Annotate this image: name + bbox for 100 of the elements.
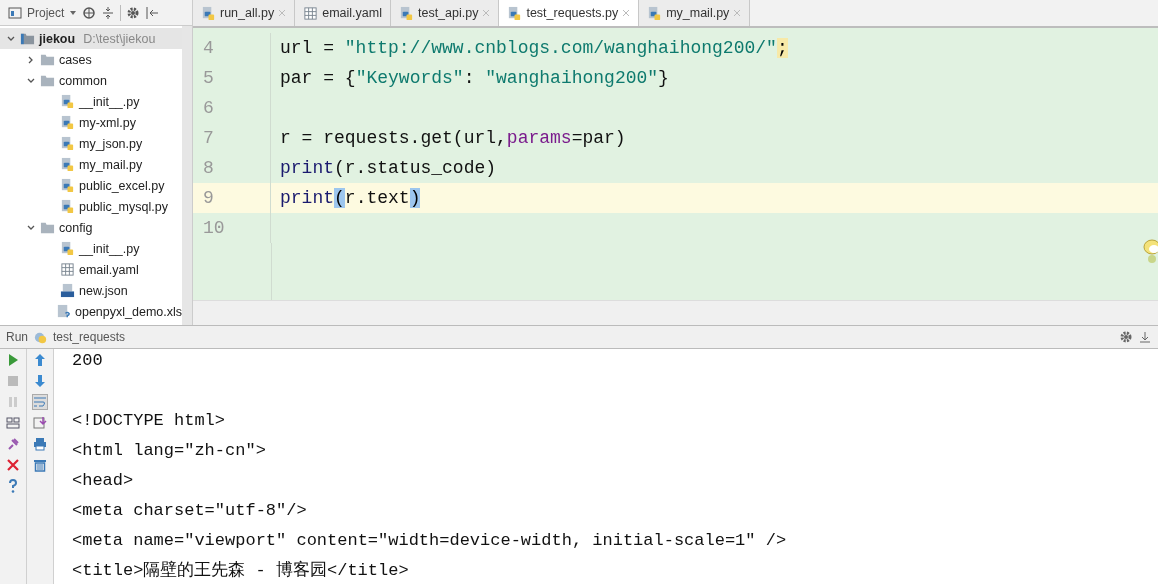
pin-icon[interactable] — [6, 437, 20, 451]
arrow-down-icon[interactable] — [33, 374, 47, 388]
project-view-label[interactable]: Project — [27, 5, 65, 20]
code-token: ; — [776, 38, 788, 58]
folder-icon — [40, 73, 55, 88]
tree-item-label: email.yaml — [79, 262, 139, 277]
tree-item[interactable]: public_excel.py — [0, 175, 182, 196]
code-token: (r.status_code) — [334, 158, 497, 178]
tab-label: test_requests.py — [526, 6, 619, 20]
run-label: Run — [6, 330, 28, 344]
line-number: 9 — [193, 183, 271, 213]
tree-item-label: new.json — [79, 283, 128, 298]
tree-item-label: openpyxl_demo.xls — [75, 304, 182, 319]
tree-item-label: my_json.py — [79, 136, 143, 151]
code-editor[interactable]: 4 url = "http://www.cnblogs.com/wanghaihong200/"; 5 par = {"Keywords": "wanghaihong200"} 6 7 r = requests.get(url,params=par) 8 print(r.status_code) 9 print(r.text) 10 — [193, 28, 1158, 300]
folder-icon — [40, 220, 55, 235]
python-file-icon — [60, 178, 75, 193]
scroll-to-end-icon[interactable] — [33, 416, 47, 430]
tree-item[interactable]: new.json — [0, 280, 182, 301]
console-line: 200 — [72, 351, 103, 370]
tree-item[interactable]: my-xml.py — [0, 112, 182, 133]
help-icon[interactable] — [6, 479, 20, 493]
tree-item-label: __init__.py — [79, 94, 140, 109]
python-file-icon — [647, 5, 663, 21]
collapse-icon[interactable] — [101, 5, 116, 20]
hide-panel-icon[interactable] — [1138, 330, 1152, 344]
code-token: params — [506, 128, 572, 148]
tree-item[interactable]: public_mysql.py — [0, 196, 182, 217]
code-token: print — [280, 158, 334, 178]
tree-item-label: public_excel.py — [79, 178, 165, 193]
editor-tab[interactable]: run_all.py — [193, 0, 296, 26]
tree-item[interactable]: __init__.py — [0, 91, 182, 112]
line-number: 6 — [193, 93, 271, 123]
locate-icon[interactable] — [82, 5, 97, 20]
arrow-up-icon[interactable] — [33, 353, 47, 367]
tree-item[interactable]: my_json.py — [0, 133, 182, 154]
python-file-icon — [60, 94, 75, 109]
tree-item-label: my_mail.py — [79, 157, 143, 172]
folder-icon — [40, 52, 55, 67]
code-token: par = { — [280, 68, 356, 88]
editor-tab[interactable]: email.yaml — [295, 0, 391, 26]
line-number: 10 — [193, 213, 271, 243]
code-token: url = — [280, 38, 335, 58]
python-file-icon — [507, 5, 523, 21]
module-folder-icon — [20, 31, 35, 46]
console-line: <!DOCTYPE html> — [72, 411, 226, 430]
tree-item[interactable]: openpyxl_demo.xls — [0, 301, 182, 322]
code-token: "http://www.cnblogs.com/wanghaihong200/" — [344, 38, 777, 58]
run-config-tab[interactable]: test_requests — [53, 330, 126, 344]
tree-item-label: __init__.py — [79, 241, 140, 256]
tree-item[interactable]: config — [0, 217, 182, 238]
python-file-icon — [60, 241, 75, 256]
dropdown-caret-icon[interactable] — [69, 8, 78, 17]
settings-icon[interactable] — [126, 5, 141, 20]
console-line: <title>隔壁的王先森 - 博客园</title> — [72, 561, 409, 580]
tree-item[interactable]: my_mail.py — [0, 154, 182, 175]
tree-item[interactable]: email.yaml — [0, 259, 182, 280]
tab-label: email.yaml — [322, 6, 382, 20]
console-line: <head> — [72, 471, 134, 490]
hide-panel-icon[interactable] — [145, 5, 160, 20]
line-number: 5 — [193, 63, 271, 93]
json-file-icon — [60, 283, 75, 298]
code-token: } — [658, 68, 669, 88]
code-token: "wanghaihong200" — [485, 68, 659, 88]
project-path: D:\test\jiekou — [83, 31, 156, 46]
print-icon[interactable] — [33, 437, 47, 451]
editor-tab[interactable]: test_api.py — [390, 0, 500, 26]
console-line: <meta name="viewport" content="width=device-width, initial-scale=1" /> — [72, 531, 787, 550]
code-token: ) — [409, 188, 421, 208]
editor-tab[interactable]: my_mail.py — [639, 0, 751, 26]
tree-item[interactable]: common — [0, 70, 182, 91]
tree-item[interactable]: cases — [0, 49, 182, 70]
tree-item[interactable]: __init__.py — [0, 238, 182, 259]
close-icon[interactable] — [6, 458, 20, 472]
code-token: ( — [334, 188, 345, 208]
tree-item-label: jiekou — [39, 31, 76, 46]
tree-item-label: public_mysql.py — [79, 199, 168, 214]
console-line: <meta charset="utf-8"/> — [72, 501, 307, 520]
tree-item-label: config — [59, 220, 93, 235]
python-file-icon — [60, 157, 75, 172]
tree-item[interactable]: jiekou D:\test\jiekou — [0, 28, 182, 49]
python-file-icon — [60, 115, 75, 130]
unknown-file-icon — [56, 304, 71, 319]
code-token: print — [280, 188, 334, 208]
run-icon[interactable] — [6, 353, 20, 367]
editor-tab[interactable]: test_requests.py — [499, 0, 640, 26]
python-file-icon — [201, 5, 216, 21]
layout-icon[interactable] — [6, 416, 20, 430]
project-view-icon[interactable] — [8, 5, 22, 20]
tab-label: my_mail.py — [666, 6, 730, 20]
line-number: 7 — [193, 123, 271, 153]
tree-item-label: my-xml.py — [79, 115, 136, 130]
console-line: <html lang="zh-cn"> — [72, 441, 266, 460]
tree-item-label: common — [59, 73, 107, 88]
settings-icon[interactable] — [1119, 330, 1133, 344]
tab-label: test_api.py — [417, 6, 479, 20]
trash-icon[interactable] — [33, 458, 47, 472]
code-token: : — [463, 68, 476, 88]
table-file-icon — [60, 262, 75, 277]
python-file-icon — [60, 199, 75, 214]
